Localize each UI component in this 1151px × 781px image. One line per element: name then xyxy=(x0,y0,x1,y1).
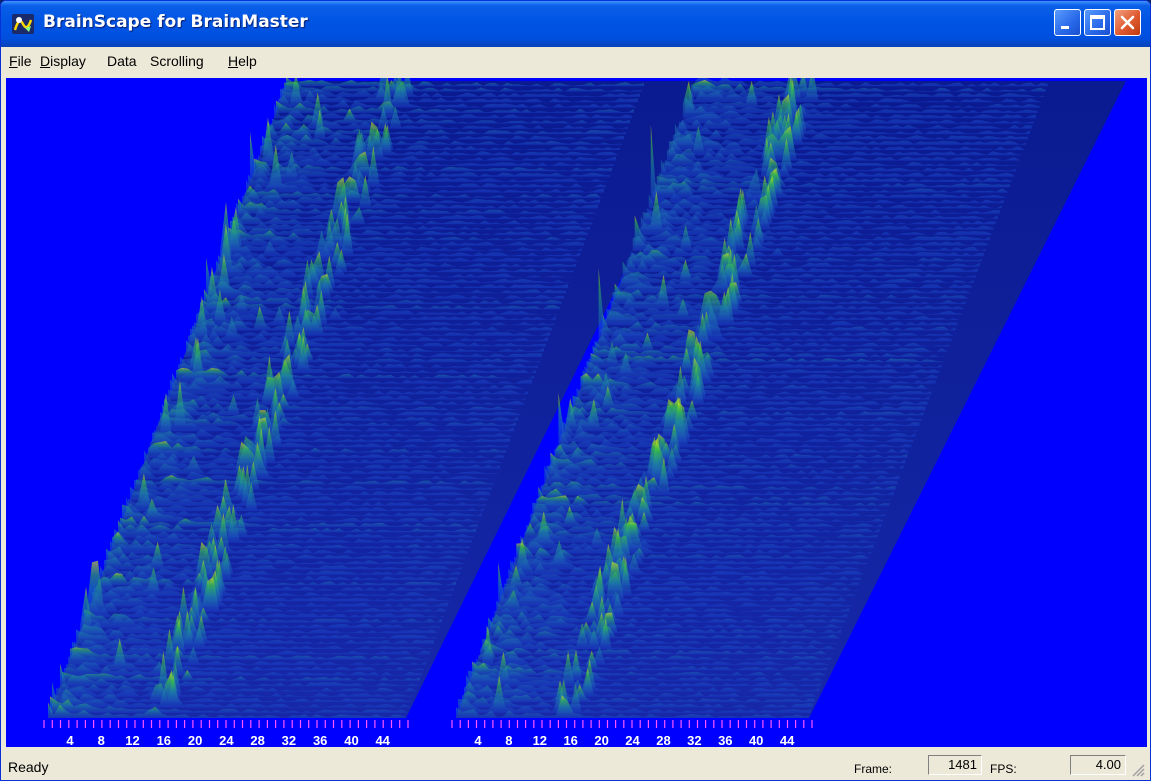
minimize-icon xyxy=(1061,26,1069,29)
axis-label: 40 xyxy=(344,733,358,747)
axis-label: 28 xyxy=(250,733,264,747)
status-bar: Ready Frame: 1481 FPS: 4.00 xyxy=(4,751,1147,779)
minimize-button[interactable] xyxy=(1054,9,1081,36)
status-text: Ready xyxy=(8,759,49,775)
axis-label: 24 xyxy=(219,733,234,747)
axis-label: 16 xyxy=(157,733,171,747)
axis-label: 28 xyxy=(656,733,670,747)
menu-scrolling[interactable]: Scrolling xyxy=(150,53,204,69)
close-button[interactable] xyxy=(1114,9,1141,36)
menu-file[interactable]: File xyxy=(9,53,32,69)
axis-label: 36 xyxy=(313,733,327,747)
axis-label: 4 xyxy=(474,733,482,747)
axis-label: 44 xyxy=(780,733,795,747)
axis-label: 20 xyxy=(188,733,202,747)
right-axis: 4 8 12 16 20 24 28 32 36 40 44 xyxy=(451,720,813,747)
axis-label: 24 xyxy=(625,733,640,747)
fps-label: FPS: xyxy=(990,762,1017,776)
axis-label: 12 xyxy=(533,733,547,747)
menu-display[interactable]: Display xyxy=(40,53,86,69)
axis-label: 44 xyxy=(375,733,390,747)
axis-label: 32 xyxy=(282,733,296,747)
axis-label: 12 xyxy=(125,733,139,747)
axis-label: 4 xyxy=(66,733,74,747)
menu-bar: File Display Data Scrolling Help xyxy=(4,49,1147,73)
frame-value: 1481 xyxy=(928,755,982,775)
axis-label: 20 xyxy=(594,733,608,747)
fps-value: 4.00 xyxy=(1070,755,1126,775)
axis-label: 32 xyxy=(687,733,701,747)
title-bar[interactable]: BrainScape for BrainMaster xyxy=(1,1,1150,47)
maximize-button[interactable] xyxy=(1084,9,1111,36)
axis-label: 16 xyxy=(563,733,577,747)
app-icon xyxy=(12,14,34,34)
spectrum-canvas: 4 8 12 16 20 24 28 32 36 40 44 4 8 12 16 20 24 28 32 36 40 4… xyxy=(43,78,1126,747)
spectrum-view[interactable]: 4 8 12 16 20 24 28 32 36 40 44 4 8 12 16 20 24 28 32 36 40 4… xyxy=(6,78,1147,747)
frame-label: Frame: xyxy=(854,762,893,776)
axis-label: 40 xyxy=(749,733,763,747)
app-window: BrainScape for BrainMaster File Display … xyxy=(0,0,1151,781)
menu-data[interactable]: Data xyxy=(107,53,137,69)
close-icon xyxy=(1120,15,1135,30)
axis-label: 8 xyxy=(98,733,105,747)
axis-label: 8 xyxy=(505,733,512,747)
window-title: BrainScape for BrainMaster xyxy=(43,12,308,32)
resize-grip-icon[interactable] xyxy=(1131,763,1145,777)
maximize-icon xyxy=(1090,15,1105,30)
axis-label: 36 xyxy=(718,733,732,747)
menu-help[interactable]: Help xyxy=(228,53,257,69)
left-axis: 4 8 12 16 20 24 28 32 36 40 44 xyxy=(43,720,409,747)
